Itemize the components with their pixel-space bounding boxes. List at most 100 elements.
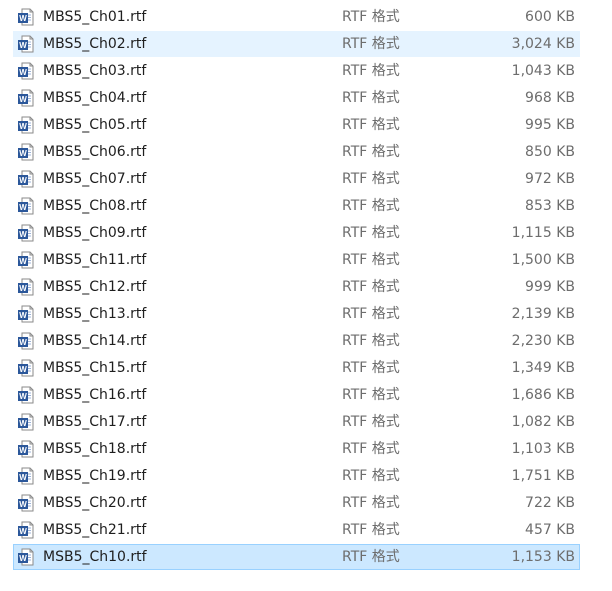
file-size: 2,230 KB xyxy=(511,333,575,349)
file-size: 1,153 KB xyxy=(511,549,575,565)
svg-text:W: W xyxy=(19,68,27,77)
file-name: MBS5_Ch21.rtf xyxy=(43,522,147,538)
file-size: 972 KB xyxy=(525,171,575,187)
file-name: MBS5_Ch09.rtf xyxy=(43,225,147,241)
svg-text:W: W xyxy=(19,311,27,320)
file-size: 1,043 KB xyxy=(511,63,575,79)
word-document-icon: W xyxy=(17,413,35,431)
svg-text:W: W xyxy=(19,230,27,239)
file-type: RTF 格式 xyxy=(342,9,400,25)
file-size: 1,115 KB xyxy=(511,225,575,241)
file-name: MBS5_Ch04.rtf xyxy=(43,90,147,106)
word-document-icon: W xyxy=(17,143,35,161)
file-row[interactable]: W MBS5_Ch15.rtf RTF 格式 1,349 KB xyxy=(13,355,580,381)
file-size: 2,139 KB xyxy=(511,306,575,322)
svg-text:W: W xyxy=(19,203,27,212)
file-size: 1,686 KB xyxy=(511,387,575,403)
word-document-icon: W xyxy=(17,359,35,377)
word-document-icon: W xyxy=(17,251,35,269)
file-type: RTF 格式 xyxy=(342,90,400,106)
file-row[interactable]: W MBS5_Ch06.rtf RTF 格式 850 KB xyxy=(13,139,580,165)
file-size: 968 KB xyxy=(525,90,575,106)
svg-text:W: W xyxy=(19,338,27,347)
word-document-icon: W xyxy=(17,332,35,350)
word-document-icon: W xyxy=(17,8,35,26)
file-row[interactable]: W MBS5_Ch04.rtf RTF 格式 968 KB xyxy=(13,85,580,111)
file-row[interactable]: W MBS5_Ch08.rtf RTF 格式 853 KB xyxy=(13,193,580,219)
file-row[interactable]: W MBS5_Ch01.rtf RTF 格式 600 KB xyxy=(13,4,580,30)
file-row[interactable]: W MBS5_Ch18.rtf RTF 格式 1,103 KB xyxy=(13,436,580,462)
file-name: MBS5_Ch17.rtf xyxy=(43,414,147,430)
file-type: RTF 格式 xyxy=(342,468,400,484)
word-document-icon: W xyxy=(17,197,35,215)
file-row[interactable]: W MBS5_Ch09.rtf RTF 格式 1,115 KB xyxy=(13,220,580,246)
file-type: RTF 格式 xyxy=(342,441,400,457)
file-name: MBS5_Ch13.rtf xyxy=(43,306,147,322)
svg-text:W: W xyxy=(19,446,27,455)
file-type: RTF 格式 xyxy=(342,225,400,241)
word-document-icon: W xyxy=(17,116,35,134)
file-type: RTF 格式 xyxy=(342,387,400,403)
svg-text:W: W xyxy=(19,473,27,482)
word-document-icon: W xyxy=(17,548,35,566)
file-type: RTF 格式 xyxy=(342,117,400,133)
svg-text:W: W xyxy=(19,122,27,131)
file-row[interactable]: W MBS5_Ch14.rtf RTF 格式 2,230 KB xyxy=(13,328,580,354)
file-name: MBS5_Ch08.rtf xyxy=(43,198,147,214)
file-row[interactable]: W MSB5_Ch10.rtf RTF 格式 1,153 KB xyxy=(13,544,580,570)
file-name: MBS5_Ch06.rtf xyxy=(43,144,147,160)
file-size: 3,024 KB xyxy=(511,36,575,52)
file-name: MBS5_Ch07.rtf xyxy=(43,171,147,187)
word-document-icon: W xyxy=(17,278,35,296)
file-row[interactable]: W MBS5_Ch17.rtf RTF 格式 1,082 KB xyxy=(13,409,580,435)
file-name: MBS5_Ch01.rtf xyxy=(43,9,147,25)
word-document-icon: W xyxy=(17,521,35,539)
file-name: MBS5_Ch05.rtf xyxy=(43,117,147,133)
file-name: MBS5_Ch16.rtf xyxy=(43,387,147,403)
word-document-icon: W xyxy=(17,467,35,485)
file-size: 1,103 KB xyxy=(511,441,575,457)
file-size: 850 KB xyxy=(525,144,575,160)
svg-text:W: W xyxy=(19,500,27,509)
file-type: RTF 格式 xyxy=(342,144,400,160)
file-size: 995 KB xyxy=(525,117,575,133)
file-size: 1,751 KB xyxy=(511,468,575,484)
file-size: 722 KB xyxy=(525,495,575,511)
file-row[interactable]: W MBS5_Ch16.rtf RTF 格式 1,686 KB xyxy=(13,382,580,408)
file-row[interactable]: W MBS5_Ch02.rtf RTF 格式 3,024 KB xyxy=(13,31,580,57)
file-type: RTF 格式 xyxy=(342,495,400,511)
file-name: MBS5_Ch14.rtf xyxy=(43,333,147,349)
file-type: RTF 格式 xyxy=(342,360,400,376)
svg-text:W: W xyxy=(19,392,27,401)
file-name: MBS5_Ch18.rtf xyxy=(43,441,147,457)
file-name: MBS5_Ch12.rtf xyxy=(43,279,147,295)
file-row[interactable]: W MBS5_Ch03.rtf RTF 格式 1,043 KB xyxy=(13,58,580,84)
word-document-icon: W xyxy=(17,305,35,323)
file-type: RTF 格式 xyxy=(342,306,400,322)
file-name: MBS5_Ch15.rtf xyxy=(43,360,147,376)
file-row[interactable]: W MBS5_Ch13.rtf RTF 格式 2,139 KB xyxy=(13,301,580,327)
file-row[interactable]: W MBS5_Ch12.rtf RTF 格式 999 KB xyxy=(13,274,580,300)
file-row[interactable]: W MBS5_Ch05.rtf RTF 格式 995 KB xyxy=(13,112,580,138)
svg-text:W: W xyxy=(19,95,27,104)
file-row[interactable]: W MBS5_Ch07.rtf RTF 格式 972 KB xyxy=(13,166,580,192)
word-document-icon: W xyxy=(17,224,35,242)
word-document-icon: W xyxy=(17,494,35,512)
file-size: 457 KB xyxy=(525,522,575,538)
file-size: 1,500 KB xyxy=(511,252,575,268)
file-type: RTF 格式 xyxy=(342,171,400,187)
file-size: 1,082 KB xyxy=(511,414,575,430)
file-row[interactable]: W MBS5_Ch11.rtf RTF 格式 1,500 KB xyxy=(13,247,580,273)
file-row[interactable]: W MBS5_Ch19.rtf RTF 格式 1,751 KB xyxy=(13,463,580,489)
file-size: 600 KB xyxy=(525,9,575,25)
svg-text:W: W xyxy=(19,149,27,158)
file-name: MBS5_Ch03.rtf xyxy=(43,63,147,79)
file-type: RTF 格式 xyxy=(342,333,400,349)
svg-text:W: W xyxy=(19,176,27,185)
file-size: 853 KB xyxy=(525,198,575,214)
file-type: RTF 格式 xyxy=(342,549,400,565)
file-name: MBS5_Ch02.rtf xyxy=(43,36,147,52)
file-row[interactable]: W MBS5_Ch20.rtf RTF 格式 722 KB xyxy=(13,490,580,516)
file-row[interactable]: W MBS5_Ch21.rtf RTF 格式 457 KB xyxy=(13,517,580,543)
file-name: MBS5_Ch11.rtf xyxy=(43,252,147,268)
